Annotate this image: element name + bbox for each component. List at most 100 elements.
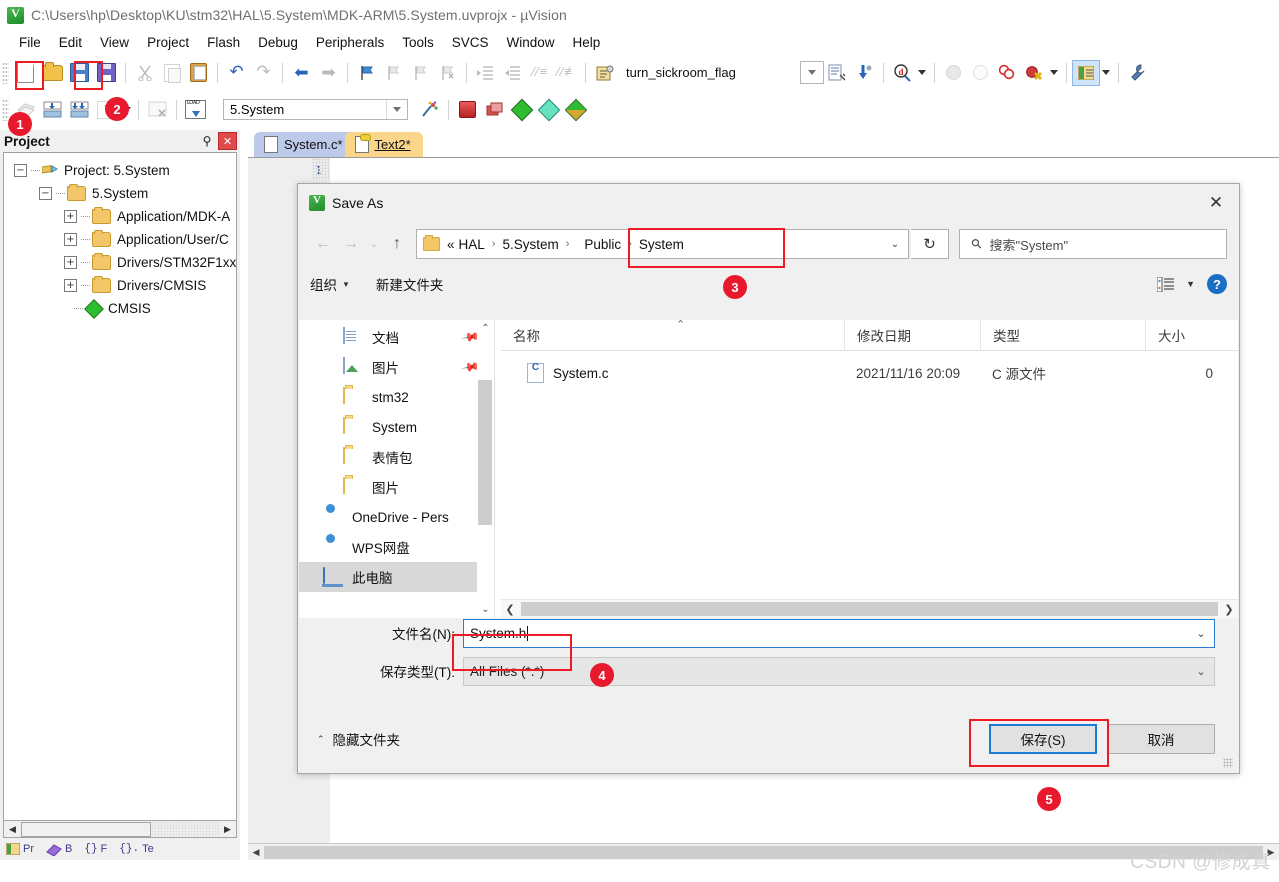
find-dropdown-arrow[interactable] (916, 60, 929, 86)
outdent-button[interactable] (499, 60, 526, 86)
menu-edit[interactable]: Edit (50, 33, 91, 52)
function-combo-dropdown[interactable] (799, 61, 824, 84)
project-tree-hscrollbar[interactable]: ◀ ▶ (3, 820, 237, 838)
tree-node-group[interactable]: + Drivers/CMSIS (4, 274, 236, 297)
scroll-left-icon[interactable]: ◀ (4, 821, 21, 837)
editor-hscrollbar[interactable]: ◀ ▶ (248, 843, 1279, 860)
breadcrumb-item-public[interactable]: Public (582, 237, 623, 252)
chevron-up-icon[interactable]: ⌃ (477, 320, 494, 337)
vscroll-thumb[interactable] (478, 380, 492, 525)
new-file-button[interactable] (12, 60, 39, 86)
refresh-icon[interactable]: ↻ (911, 229, 949, 259)
menu-flash[interactable]: Flash (198, 33, 249, 52)
debug-search-button[interactable]: d (889, 60, 916, 86)
column-header-type[interactable]: 类型 (980, 320, 1145, 350)
hscroll-thumb[interactable] (264, 845, 1263, 859)
scroll-right-icon[interactable]: ▶ (219, 821, 236, 837)
filetype-select[interactable]: All Files (*.*) ⌄ (463, 656, 1215, 686)
project-target-combo[interactable]: 5.System (223, 99, 408, 120)
tree-node-target[interactable]: − 5.System (4, 182, 236, 205)
breadcrumb-item-5system[interactable]: 5.System (500, 237, 560, 252)
hscroll-thumb[interactable] (521, 602, 1218, 616)
new-folder-button[interactable]: 新建文件夹 (376, 274, 444, 294)
window-layout-button[interactable] (1071, 59, 1100, 86)
insert-bookmark-button[interactable] (353, 60, 380, 86)
tree-node-cmsis[interactable]: CMSIS (4, 297, 236, 320)
nav-item-onedrive[interactable]: OneDrive - Pers (299, 502, 494, 532)
nav-item-system[interactable]: System (299, 412, 494, 442)
close-icon[interactable]: ✕ (1201, 190, 1231, 216)
pack-installer-button[interactable] (535, 97, 562, 123)
chevron-right-icon[interactable]: › (487, 238, 501, 250)
tree-node-group[interactable]: + Application/User/C (4, 228, 236, 251)
navigate-forward-button[interactable]: ➡ (315, 60, 342, 86)
chevron-left-icon[interactable]: ❮ (501, 601, 519, 618)
breakpoint-button[interactable] (940, 60, 967, 86)
next-bookmark-button[interactable] (407, 60, 434, 86)
search-input[interactable]: ⚲ 搜索"System" (959, 229, 1227, 259)
breadcrumb-item-system[interactable]: System (637, 237, 686, 252)
undo-button[interactable]: ↶ (223, 60, 250, 86)
file-list-pane[interactable]: 名称 ⌃ 修改日期 类型 大小 Syst (501, 320, 1238, 618)
help-icon[interactable]: ? (1207, 274, 1227, 294)
file-row[interactable]: System.c 2021/11/16 20:09 C 源文件 0 (501, 356, 1238, 390)
close-icon[interactable]: ✕ (218, 132, 237, 150)
menu-help[interactable]: Help (564, 33, 610, 52)
chevron-right-icon[interactable]: › (623, 238, 637, 250)
nav-item-biaoqingbao[interactable]: 表情包 (299, 442, 494, 472)
project-tree[interactable]: − Project: 5.System − 5.System + Applica… (3, 152, 237, 840)
breakpoint-dropdown-arrow[interactable] (1048, 60, 1061, 86)
tab-project[interactable]: Pr (0, 839, 40, 859)
window-layout-dropdown-arrow[interactable] (1100, 60, 1113, 86)
menu-window[interactable]: Window (497, 33, 563, 52)
clear-bookmarks-button[interactable] (434, 60, 461, 86)
manage-run-time-button[interactable] (562, 97, 589, 123)
function-browser-button[interactable] (591, 60, 618, 86)
navigate-back-button[interactable]: ⬅ (288, 60, 315, 86)
redo-button[interactable]: ↷ (250, 60, 277, 86)
hide-folders-toggle[interactable]: ⌃ 隐藏文件夹 (317, 729, 400, 749)
expander-plus-icon[interactable]: + (64, 233, 77, 246)
target-options-dialog-button[interactable] (454, 97, 481, 123)
save-all-button[interactable] (93, 60, 120, 86)
stop-build-button[interactable] (144, 97, 171, 123)
scroll-left-icon[interactable]: ◀ (248, 845, 264, 860)
target-options-button[interactable] (416, 97, 443, 123)
menu-svcs[interactable]: SVCS (443, 33, 498, 52)
tab-functions[interactable]: {} F (78, 839, 113, 859)
column-header-size[interactable]: 大小 (1145, 320, 1225, 350)
save-button[interactable] (66, 60, 93, 86)
tab-books[interactable]: B (40, 839, 78, 859)
nav-item-tupian[interactable]: 图片 (299, 472, 494, 502)
file-list-hscrollbar[interactable]: ❮ ❯ (501, 599, 1238, 618)
view-options-icon[interactable] (1156, 276, 1175, 292)
chevron-right-icon[interactable]: › (561, 238, 575, 250)
download-button[interactable] (182, 97, 209, 123)
editor-tab-system-c[interactable]: System.c* (254, 132, 355, 157)
uncomment-button[interactable]: //≢ (553, 60, 580, 86)
build-button[interactable] (39, 97, 66, 123)
tree-node-group[interactable]: + Drivers/STM32F1xx_ (4, 251, 236, 274)
configure-toolbox-button[interactable] (851, 60, 878, 86)
cancel-button[interactable]: 取消 (1107, 724, 1215, 754)
chevron-down-icon[interactable]: ⌄ (1188, 658, 1214, 685)
expander-plus-icon[interactable]: + (64, 279, 77, 292)
chevron-down-icon[interactable]: ▼ (1186, 279, 1195, 289)
configuration-wizard-button[interactable] (508, 97, 535, 123)
kill-all-breakpoints-button[interactable] (994, 60, 1021, 86)
pane-divider[interactable] (494, 320, 501, 618)
nav-item-pictures[interactable]: 图片 📌 (299, 352, 494, 382)
chevron-down-icon[interactable]: ⌄ (477, 601, 494, 618)
open-file-button[interactable] (39, 60, 66, 86)
save-button[interactable]: 保存(S) (989, 724, 1097, 754)
organize-button[interactable]: 组织 ▼ (310, 274, 350, 294)
toolbar-grip[interactable] (2, 61, 9, 84)
toolbar-grip[interactable] (2, 98, 9, 121)
expander-minus-icon[interactable]: − (14, 164, 27, 177)
menu-peripherals[interactable]: Peripherals (307, 33, 393, 52)
expander-minus-icon[interactable]: − (39, 187, 52, 200)
column-header-modified[interactable]: 修改日期 (844, 320, 980, 350)
rebuild-button[interactable] (66, 97, 93, 123)
configure-button[interactable] (1124, 60, 1151, 86)
breadcrumb-item-hal[interactable]: HAL (457, 237, 487, 252)
